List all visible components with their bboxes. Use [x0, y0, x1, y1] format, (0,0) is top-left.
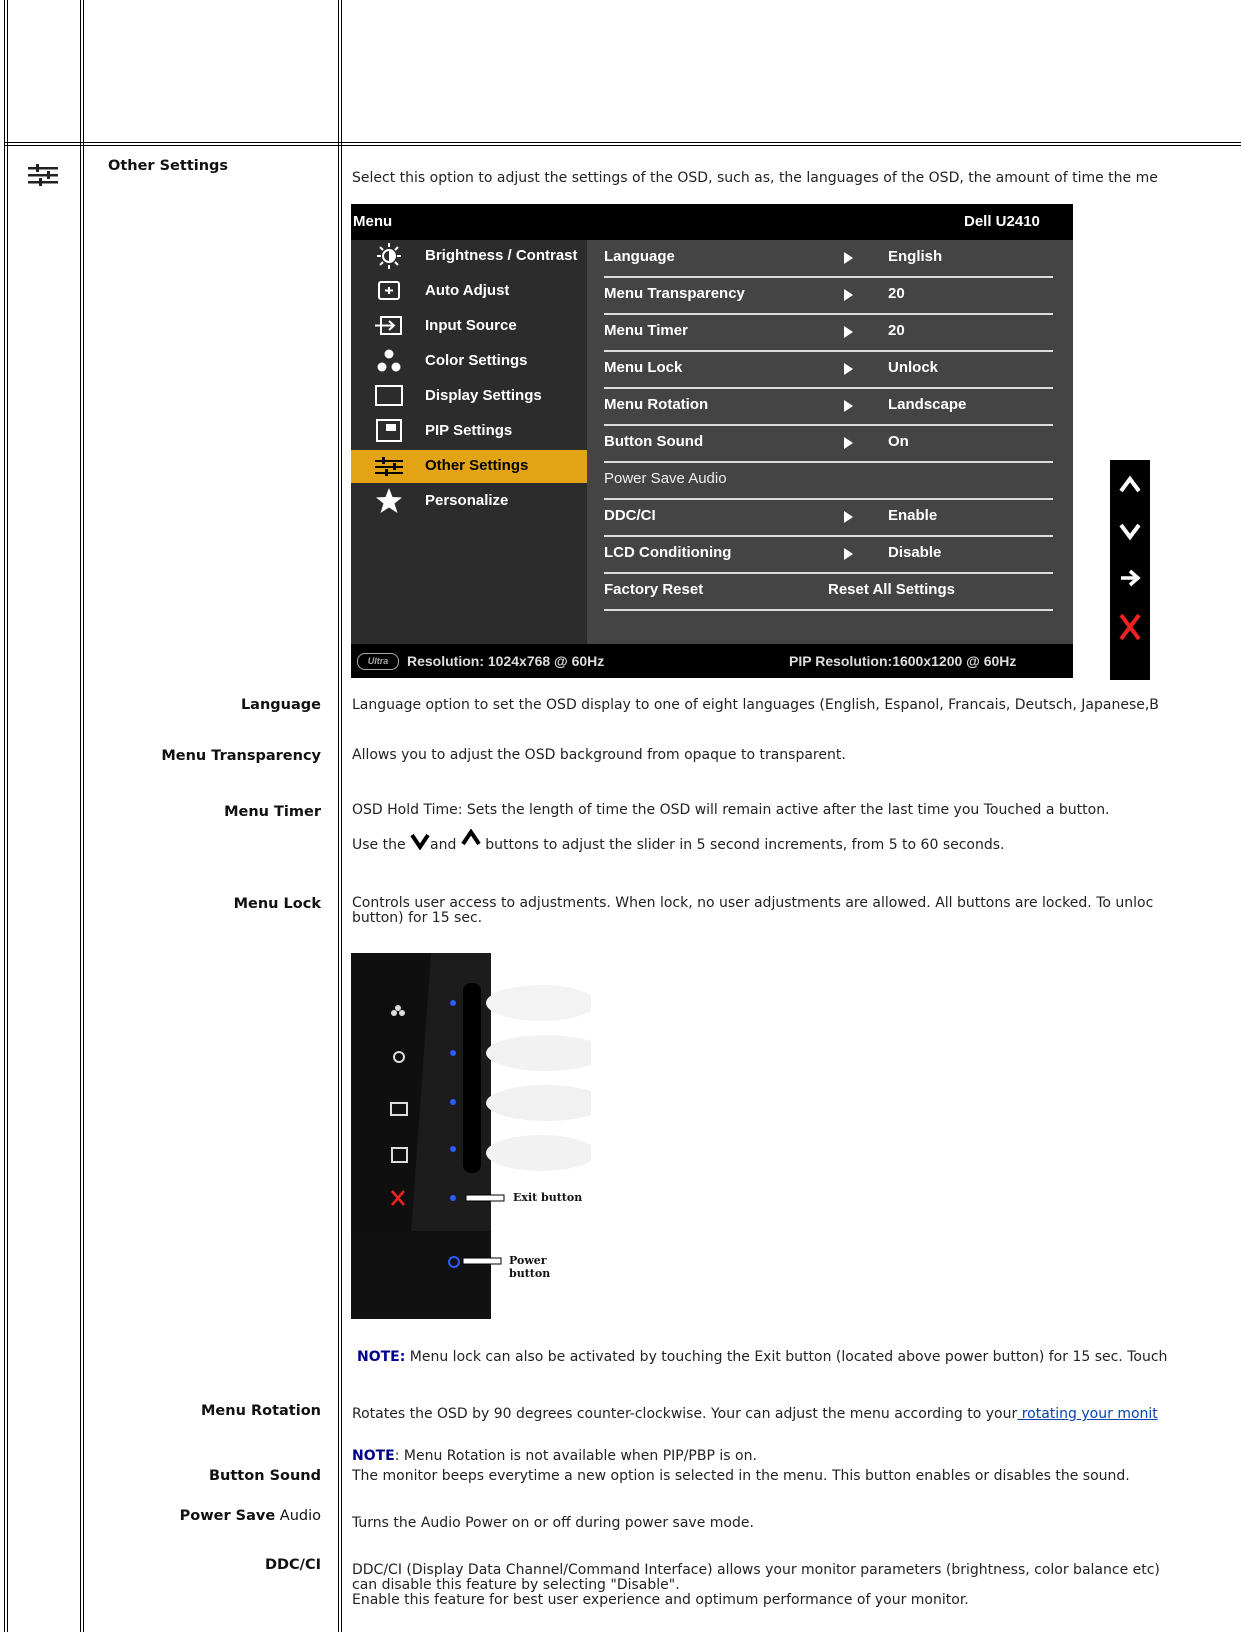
power-button-callout: Power button [509, 1254, 551, 1280]
osd-footer: Ultra Resolution: 1024x768 @ 60Hz PIP Re… [351, 644, 1073, 678]
section-intro: Select this option to adjust the setting… [352, 170, 1158, 186]
text-language: Language option to set the OSD display t… [352, 697, 1159, 713]
column-divider-2-inner [341, 0, 342, 1632]
row-divider-inner [4, 145, 1241, 146]
rotating-monitor-link[interactable]: rotating your monit [1017, 1406, 1158, 1422]
star-icon [376, 488, 402, 513]
text-menu-timer-2: Use the and buttons to adjust the slider… [352, 828, 1005, 853]
osd-row-factory-reset: Factory Reset Reset All Settings [604, 573, 1053, 611]
osd-row-menu-transparency: Menu Transparency 20 [604, 277, 1053, 315]
text-menu-rotation: Rotates the OSD by 90 degrees counter-cl… [352, 1406, 1158, 1422]
label-language: Language [240, 697, 321, 713]
column-divider-1 [80, 0, 81, 1632]
auto-adjust-icon [378, 281, 400, 300]
label-button-sound: Button Sound [209, 1468, 321, 1484]
osd-row-language: Language English [604, 240, 1053, 278]
note-menu-lock: NOTE: Menu lock can also be activated by… [357, 1349, 1168, 1365]
table-border-left-inner [7, 0, 8, 1632]
label-menu-transparency: Menu Transparency [161, 748, 321, 764]
osd-row-lcd-conditioning: LCD Conditioning Disable [604, 536, 1053, 574]
brightness-icon [377, 243, 401, 269]
section-title: Other Settings [108, 158, 229, 174]
text-menu-lock: Controls user access to adjustments. Whe… [352, 895, 1154, 926]
osd-item-other-settings: Other Settings [351, 450, 587, 483]
osd-item-brightness: Brightness / Contrast [351, 240, 587, 273]
osd-item-personalize: Personalize [351, 485, 587, 518]
column-divider-1-inner [83, 0, 84, 1632]
osd-item-display-settings: Display Settings [351, 380, 587, 413]
up-arrow-icon [461, 828, 481, 846]
pip-settings-icon [376, 419, 402, 442]
text-ddcci: DDC/CI (Display Data Channel/Command Int… [352, 1562, 1160, 1608]
right-arrow-icon [1121, 569, 1141, 587]
color-settings-icon [377, 349, 401, 372]
label-menu-timer: Menu Timer [224, 804, 321, 820]
down-arrow-icon [1119, 523, 1141, 541]
label-menu-rotation: Menu Rotation [201, 1403, 321, 1419]
up-arrow-icon [1119, 475, 1141, 493]
monitor-buttons-image: Exit button Power button [351, 953, 606, 1319]
display-settings-icon [375, 385, 403, 406]
label-menu-lock: Menu Lock [233, 896, 321, 912]
osd-left-menu: Brightness / Contrast Auto Adjust Input … [351, 240, 587, 644]
osd-row-ddcci: DDC/CI Enable [604, 499, 1053, 537]
label-power-save-audio: Power Save Audio [179, 1508, 321, 1524]
osd-row-menu-timer: Menu Timer 20 [604, 314, 1053, 352]
text-menu-transparency: Allows you to adjust the OSD background … [352, 747, 846, 763]
osd-row-menu-rotation: Menu Rotation Landscape [604, 388, 1053, 426]
other-settings-icon [28, 164, 58, 186]
input-source-icon [375, 316, 402, 335]
osd-menu-title: Menu [353, 213, 393, 230]
label-ddcci: DDC/CI [264, 1557, 321, 1573]
osd-resolution: Resolution: 1024x768 @ 60Hz [407, 653, 605, 669]
row-divider [4, 142, 1241, 143]
text-power-save-audio: Turns the Audio Power on or off during p… [352, 1515, 754, 1531]
osd-item-input-source: Input Source [351, 310, 587, 343]
osd-row-power-save-audio: Power Save Audio [604, 462, 1053, 500]
osd-model: Dell U2410 [964, 213, 1040, 230]
osd-item-pip-settings: PIP Settings [351, 415, 587, 448]
osd-menu-image: Menu Dell U2410 Brightness / Contrast Au… [351, 204, 1073, 678]
text-button-sound: The monitor beeps everytime a new option… [352, 1468, 1130, 1484]
osd-buttons-panel [1110, 460, 1150, 680]
osd-row-menu-lock: Menu Lock Unlock [604, 351, 1053, 389]
note-menu-rotation: NOTE: Menu Rotation is not available whe… [352, 1448, 757, 1464]
osd-item-color-settings: Color Settings [351, 345, 587, 378]
osd-item-auto-adjust: Auto Adjust [351, 275, 587, 308]
other-settings-icon [375, 457, 403, 476]
osd-header: Menu Dell U2410 [351, 204, 1073, 240]
table-border-left [4, 0, 5, 1632]
osd-row-button-sound: Button Sound On [604, 425, 1053, 463]
ultra-logo: Ultra [357, 653, 399, 670]
down-arrow-icon [410, 833, 430, 851]
close-icon [1119, 613, 1141, 641]
exit-button-callout: Exit button [513, 1191, 583, 1204]
column-divider-2 [338, 0, 339, 1632]
osd-pip-resolution: PIP Resolution:1600x1200 @ 60Hz [789, 653, 1017, 669]
text-menu-timer: OSD Hold Time: Sets the length of time t… [352, 802, 1110, 818]
